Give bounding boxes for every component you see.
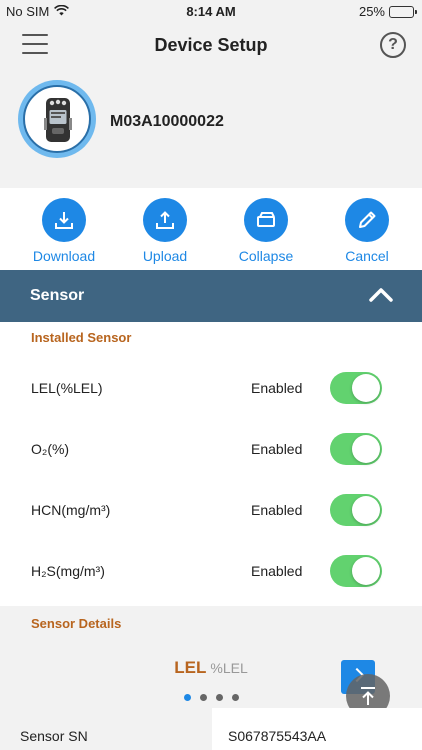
sensor-name: HCN(mg/m³)	[31, 502, 111, 518]
upload-icon	[143, 198, 187, 242]
sensor-sn-row: Sensor SN S067875543AA	[0, 708, 422, 750]
page-dot[interactable]	[183, 694, 191, 701]
sensor-row: H₂S(mg/m³) Enabled	[0, 549, 422, 593]
sensor-status: Enabled	[251, 441, 303, 457]
section-title: Sensor	[30, 287, 85, 304]
device-serial: M03A10000022	[110, 113, 224, 130]
sensor-name: LEL(%LEL)	[31, 380, 103, 396]
pencil-icon	[345, 198, 389, 242]
battery-area: 25%	[358, 4, 417, 19]
page-dot[interactable]	[231, 694, 239, 701]
sensor-toggle[interactable]	[330, 555, 382, 587]
download-label: Download	[32, 248, 96, 264]
arrow-up-icon	[361, 687, 375, 705]
device-info: M03A10000022	[0, 68, 422, 188]
sensor-name: H₂S(mg/m³)	[31, 563, 105, 579]
sensor-status: Enabled	[251, 380, 303, 396]
action-toolbar: Download Upload Collapse Cancel	[0, 188, 422, 270]
upload-button[interactable]: Upload	[115, 198, 215, 264]
sensor-toggle[interactable]	[330, 494, 382, 526]
cancel-button[interactable]: Cancel	[317, 198, 417, 264]
sensor-status: Enabled	[251, 502, 303, 518]
sensor-name: O₂(%)	[31, 441, 70, 457]
sensor-sn-value: S067875543AA	[212, 708, 422, 750]
page-title: Device Setup	[154, 35, 268, 55]
installed-sensor-panel: Installed Sensor LEL(%LEL) Enabled O₂(%)…	[0, 322, 422, 606]
toggle-knob	[352, 374, 380, 402]
battery-percent: 25%	[358, 4, 385, 19]
sensor-section-header[interactable]: Sensor	[0, 270, 422, 322]
collapse-button[interactable]: Collapse	[216, 198, 316, 264]
device-avatar	[18, 80, 96, 158]
download-icon	[42, 198, 86, 242]
page-dot[interactable]	[199, 694, 207, 701]
sensor-status: Enabled	[251, 563, 303, 579]
sensor-details-title: Sensor Details	[31, 616, 122, 631]
toggle-knob	[352, 435, 380, 463]
sensor-row: O₂(%) Enabled	[0, 427, 422, 471]
navigation-bar: Device Setup ?	[0, 24, 422, 68]
toggle-knob	[352, 496, 380, 524]
current-sensor-unit: %LEL	[210, 660, 248, 676]
sensor-toggle[interactable]	[330, 433, 382, 465]
page-dot[interactable]	[215, 694, 223, 701]
collapse-icon	[244, 198, 288, 242]
download-button[interactable]: Download	[14, 198, 114, 264]
sensor-row: LEL(%LEL) Enabled	[0, 366, 422, 410]
cancel-label: Cancel	[345, 248, 389, 264]
status-bar: No SIM 8:14 AM 25%	[0, 0, 422, 24]
chevron-up-icon[interactable]	[368, 285, 394, 308]
sensor-row: HCN(mg/m³) Enabled	[0, 488, 422, 532]
sensor-toggle[interactable]	[330, 372, 382, 404]
help-icon[interactable]: ?	[380, 32, 406, 58]
battery-icon	[389, 5, 417, 18]
upload-label: Upload	[142, 248, 188, 264]
collapse-label: Collapse	[238, 248, 294, 264]
sensor-sn-label: Sensor SN	[0, 708, 212, 750]
gas-detector-icon	[23, 85, 91, 153]
installed-sensor-title: Installed Sensor	[31, 330, 132, 345]
toggle-knob	[352, 557, 380, 585]
current-sensor-name: LEL	[174, 658, 207, 677]
